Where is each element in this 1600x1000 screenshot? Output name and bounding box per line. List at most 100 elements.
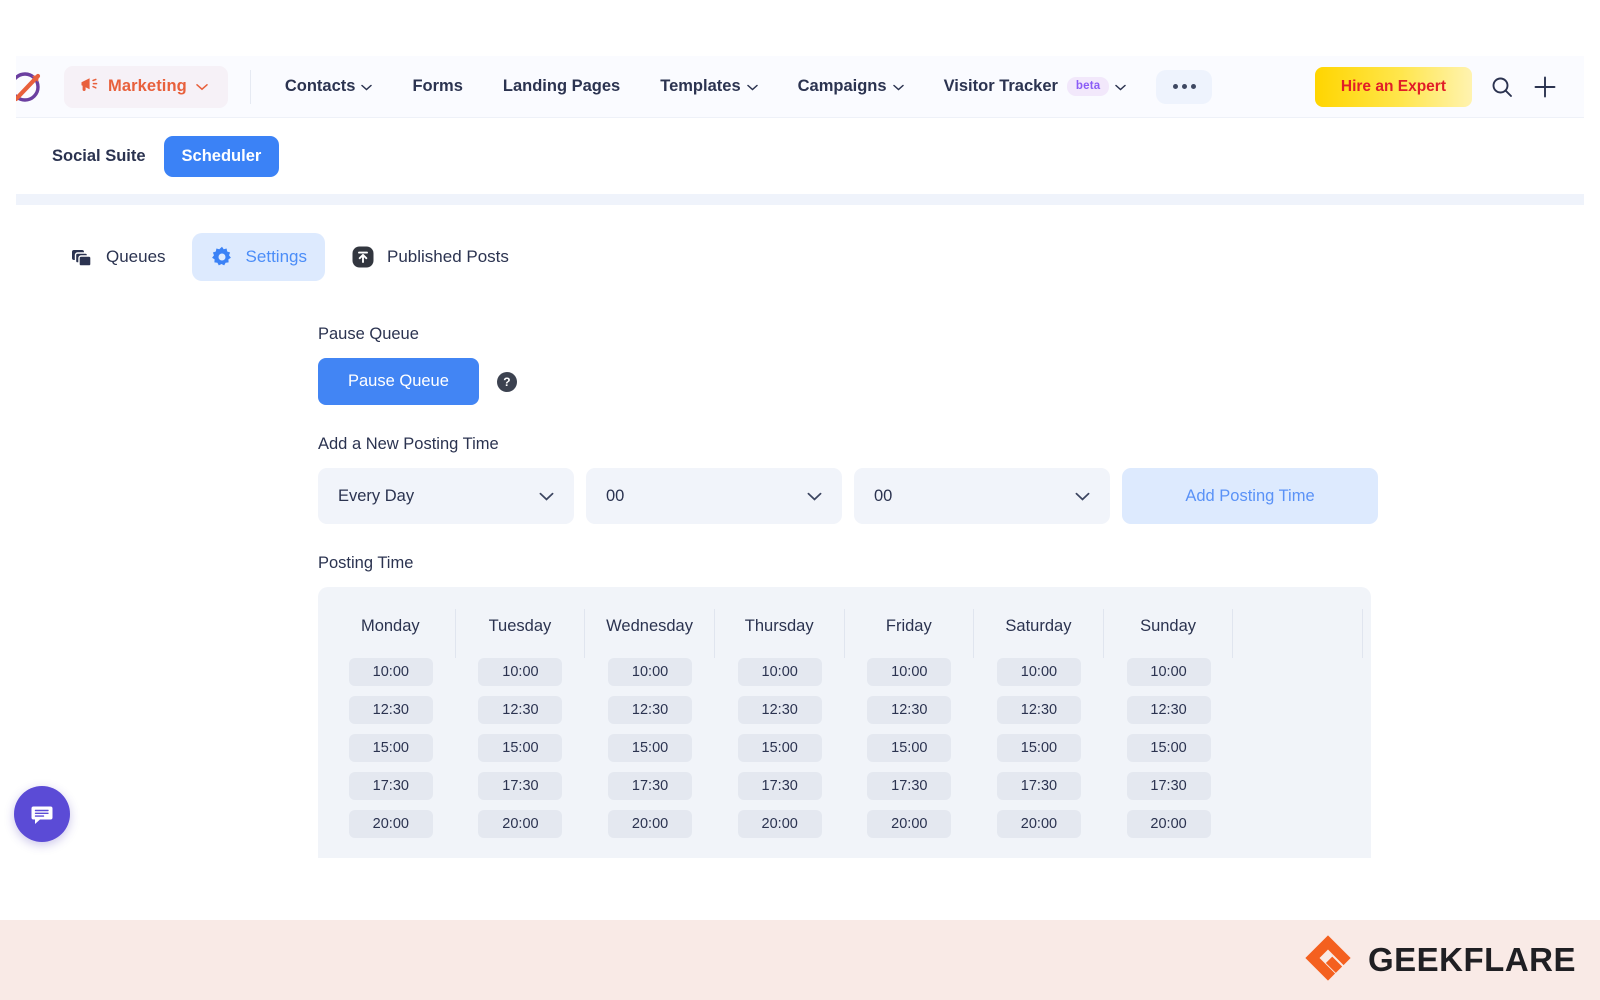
upload-arrow-icon — [351, 245, 375, 269]
tab-label: Settings — [245, 247, 307, 266]
time-chip[interactable]: 12:30 — [478, 696, 563, 724]
posting-times-thursday: 10:00 12:30 15:00 17:30 20:00 — [715, 658, 845, 838]
search-icon[interactable] — [1490, 75, 1514, 99]
chevron-down-icon — [746, 77, 758, 96]
time-chip[interactable]: 12:30 — [996, 696, 1081, 724]
time-chip[interactable]: 10:00 — [996, 658, 1081, 686]
time-chip[interactable]: 15:00 — [478, 734, 563, 762]
nav-actions: Hire an Expert — [1314, 66, 1584, 107]
nav-item-label: Landing Pages — [502, 77, 621, 95]
top-navigation-bar: Marketing Contacts Forms Landing Pages T… — [16, 56, 1584, 118]
hour-select-value: 00 — [606, 486, 625, 505]
gear-icon — [210, 245, 234, 269]
minute-select-value: 00 — [874, 486, 893, 505]
subnav-item-social-suite[interactable]: Social Suite — [34, 136, 164, 177]
time-chip[interactable]: 10:00 — [478, 658, 563, 686]
geekflare-wordmark: GEEKFLARE — [1367, 941, 1576, 978]
posting-times-saturday: 10:00 12:30 15:00 17:30 20:00 — [974, 658, 1104, 838]
chevron-down-icon — [807, 492, 822, 501]
chevron-down-icon — [196, 78, 208, 96]
time-chip[interactable]: 17:30 — [737, 772, 822, 800]
layers-icon — [70, 245, 94, 269]
question-mark-icon[interactable]: ? — [496, 371, 517, 392]
nav-item-label: Templates — [660, 77, 741, 95]
time-chip[interactable]: 10:00 — [737, 658, 822, 686]
time-chip[interactable]: 15:00 — [608, 734, 693, 762]
time-chip[interactable]: 12:30 — [867, 696, 952, 724]
megaphone-icon — [80, 76, 99, 98]
column-header-empty — [1233, 609, 1363, 658]
column-header-tuesday: Tuesday — [456, 609, 586, 658]
hire-an-expert-button[interactable]: Hire an Expert — [1314, 66, 1472, 107]
time-chip[interactable]: 10:00 — [608, 658, 693, 686]
time-chip[interactable]: 17:30 — [1126, 772, 1211, 800]
time-chip[interactable]: 10:00 — [348, 658, 433, 686]
hour-select[interactable]: 00 — [586, 468, 842, 524]
time-chip[interactable]: 17:30 — [608, 772, 693, 800]
posting-time-label: Posting Time — [318, 554, 414, 572]
time-chip[interactable]: 17:30 — [867, 772, 952, 800]
nav-item-visitor-tracker[interactable]: Visitor Tracker beta — [924, 67, 1147, 106]
time-chip[interactable]: 12:30 — [348, 696, 433, 724]
time-chip[interactable]: 17:30 — [996, 772, 1081, 800]
tab-settings[interactable]: Settings — [191, 233, 325, 281]
nav-item-landing-pages[interactable]: Landing Pages — [483, 67, 640, 106]
time-chip[interactable]: 20:00 — [478, 810, 563, 838]
posting-times-friday: 10:00 12:30 15:00 17:30 20:00 — [845, 658, 975, 838]
nav-item-label: Campaigns — [797, 77, 887, 95]
time-chip[interactable]: 12:30 — [737, 696, 822, 724]
zoho-marketing-logo-icon[interactable] — [16, 67, 54, 107]
time-chip[interactable]: 15:00 — [867, 734, 952, 762]
column-header-sunday: Sunday — [1104, 609, 1234, 658]
posting-time-table-header: Monday Tuesday Wednesday Thursday Friday… — [318, 609, 1371, 658]
time-chip[interactable]: 17:30 — [478, 772, 563, 800]
main-content: Queues Settings Published Posts Pause Qu… — [16, 205, 1584, 858]
column-header-thursday: Thursday — [715, 609, 845, 658]
geekflare-mark-icon — [1304, 934, 1352, 987]
subnav-separator-band — [16, 194, 1584, 205]
product-switcher-marketing[interactable]: Marketing — [64, 65, 228, 108]
pause-queue-row: Pause Queue ? — [318, 358, 1584, 405]
time-chip[interactable]: 20:00 — [608, 810, 693, 838]
nav-item-forms[interactable]: Forms — [392, 67, 482, 106]
tab-queues[interactable]: Queues — [52, 233, 184, 281]
pause-queue-button[interactable]: Pause Queue — [318, 358, 479, 405]
tab-published-posts[interactable]: Published Posts — [333, 233, 527, 281]
time-chip[interactable]: 15:00 — [348, 734, 433, 762]
add-posting-time-button[interactable]: Add Posting Time — [1122, 468, 1378, 524]
time-chip[interactable]: 10:00 — [1126, 658, 1211, 686]
time-chip[interactable]: 15:00 — [1126, 734, 1211, 762]
subnav-item-scheduler[interactable]: Scheduler — [163, 135, 280, 177]
chat-bubble-icon[interactable] — [14, 786, 70, 842]
add-posting-time-row: Every Day 00 00 Add Posting Time — [318, 468, 1584, 524]
time-chip[interactable]: 17:30 — [348, 772, 433, 800]
time-chip[interactable]: 15:00 — [737, 734, 822, 762]
time-chip[interactable]: 12:30 — [608, 696, 693, 724]
time-chip[interactable]: 20:00 — [737, 810, 822, 838]
tab-label: Queues — [106, 247, 166, 266]
add-posting-time-label: Add a New Posting Time — [318, 435, 499, 453]
plus-icon[interactable] — [1532, 74, 1558, 100]
posting-times-sunday: 10:00 12:30 15:00 17:30 20:00 — [1104, 658, 1234, 838]
minute-select[interactable]: 00 — [854, 468, 1110, 524]
day-select-value: Every Day — [338, 486, 415, 505]
time-chip[interactable]: 12:30 — [1126, 696, 1211, 724]
nav-item-contacts[interactable]: Contacts — [265, 67, 393, 106]
nav-item-campaigns[interactable]: Campaigns — [778, 67, 924, 106]
nav-item-label: Contacts — [284, 77, 356, 95]
product-switcher-label: Marketing — [108, 77, 187, 95]
time-chip[interactable]: 20:00 — [1126, 810, 1211, 838]
time-chip[interactable]: 20:00 — [348, 810, 433, 838]
chevron-down-icon — [539, 492, 554, 501]
ellipsis-icon — [1181, 84, 1187, 89]
more-menu-button[interactable] — [1156, 69, 1213, 104]
chevron-down-icon — [361, 77, 373, 96]
time-chip[interactable]: 20:00 — [996, 810, 1081, 838]
ellipsis-icon — [1190, 84, 1196, 89]
nav-item-templates[interactable]: Templates — [640, 67, 777, 106]
time-chip[interactable]: 20:00 — [867, 810, 952, 838]
day-select[interactable]: Every Day — [318, 468, 574, 524]
time-chip[interactable]: 10:00 — [867, 658, 952, 686]
status-badge-beta: beta — [1066, 77, 1110, 96]
time-chip[interactable]: 15:00 — [996, 734, 1081, 762]
